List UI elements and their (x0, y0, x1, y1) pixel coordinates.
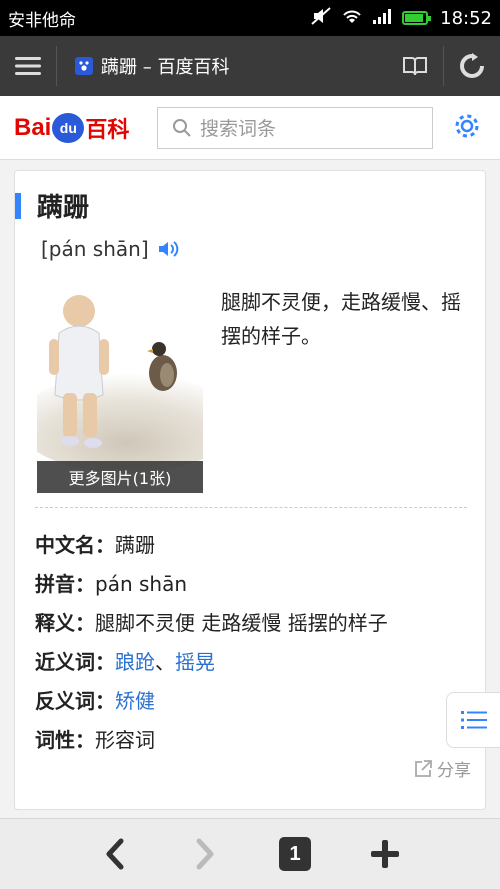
info-row-synonyms: 近义词：踉跄、摇晃 (35, 650, 215, 674)
share-icon (415, 759, 432, 777)
hamburger-icon (15, 57, 41, 75)
reader-mode-button[interactable] (387, 36, 443, 96)
table-of-contents-button[interactable] (446, 692, 500, 748)
signal-icon (372, 7, 394, 30)
back-button[interactable] (95, 834, 135, 874)
synonym-link[interactable]: 摇晃 (175, 650, 215, 674)
wifi-icon (340, 7, 364, 30)
info-row-part-of-speech: 词性：形容词 (35, 728, 155, 752)
paw-logo-icon: du (52, 112, 85, 143)
entry-image[interactable]: 更多图片(1张) (37, 283, 203, 493)
info-row-chinese-name: 中文名：蹒跚 (35, 533, 155, 557)
status-bar: 安非他命 18:52 (0, 0, 500, 36)
pronunciation: [pán shān] (41, 237, 181, 261)
new-tab-button[interactable] (365, 834, 405, 874)
mute-icon (310, 6, 332, 31)
list-icon (460, 711, 487, 729)
more-pictures-label: 更多图片(1张) (37, 461, 203, 493)
antonym-link[interactable]: 矫健 (115, 689, 155, 713)
baidu-baike-logo[interactable]: Bai du 百科 (0, 112, 145, 144)
settings-button[interactable] (453, 112, 481, 144)
tabs-button[interactable]: 1 (275, 834, 315, 874)
carrier-name: 安非他命 (8, 10, 76, 31)
search-icon (173, 118, 191, 137)
entry-summary: 腿脚不灵便，走路缓慢、摇摆的样子。 (221, 290, 461, 348)
info-row-meaning: 释义：腿脚不灵便 走路缓慢 摇摆的样子 (35, 611, 388, 635)
search-placeholder: 搜索词条 (200, 118, 277, 140)
title-accent-bar (15, 192, 21, 219)
entry-title: 蹒跚 (37, 193, 90, 223)
baike-header: Bai du 百科 搜索词条 (0, 96, 500, 160)
clock: 18:52 (440, 7, 492, 29)
browser-toolbar: 蹒跚 – 百度百科 (0, 36, 500, 96)
speaker-icon[interactable] (157, 238, 181, 260)
synonym-link[interactable]: 踉跄 (115, 650, 155, 674)
baidu-favicon-icon (75, 57, 93, 75)
basic-info: 中文名：蹒跚 拼音：pán shān 释义：腿脚不灵便 走路缓慢 摇摆的样子 近… (35, 526, 388, 760)
gear-icon (455, 114, 479, 137)
reload-button[interactable] (444, 36, 500, 96)
bottom-toolbar: 1 (0, 818, 500, 889)
reload-icon (460, 53, 484, 78)
search-input[interactable]: 搜索词条 (157, 106, 433, 149)
share-button[interactable]: 分享 (413, 756, 471, 781)
forward-button[interactable] (185, 834, 225, 874)
battery-icon (402, 11, 432, 25)
chevron-left-icon (106, 838, 124, 870)
entry-card: 蹒跚 [pán shān] 更多图片(1张) 腿脚不灵便，走路缓慢、摇摆的样子。… (14, 170, 486, 810)
info-row-pinyin: 拼音：pán shān (35, 572, 188, 596)
menu-button[interactable] (0, 36, 56, 96)
pinyin-text: [pán shān] (41, 237, 149, 261)
divider (35, 507, 467, 508)
chevron-right-icon (196, 838, 214, 870)
page-title: 蹒跚 – 百度百科 (101, 57, 230, 78)
plus-icon (371, 840, 399, 868)
book-icon (403, 57, 427, 76)
tab-count-badge: 1 (279, 837, 311, 871)
info-row-antonyms: 反义词：矫健 (35, 689, 155, 713)
address-bar[interactable]: 蹒跚 – 百度百科 (57, 53, 387, 79)
